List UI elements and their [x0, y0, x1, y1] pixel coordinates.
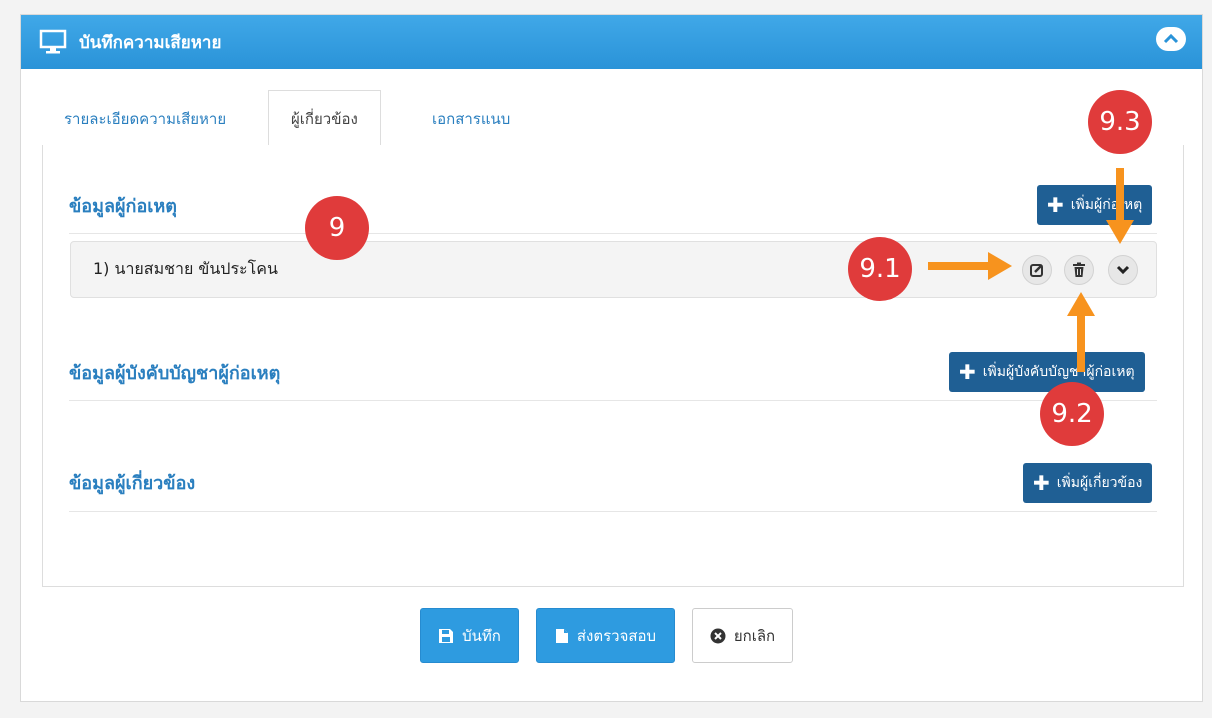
plus-icon: ✚: [1033, 471, 1050, 495]
submit-label: ส่งตรวจสอบ: [576, 626, 657, 645]
offender-section-title: ข้อมูลผู้ก่อเหตุ: [69, 196, 177, 217]
offender-name: 1) นายสมชาย ขันประโคน: [93, 259, 278, 278]
save-button[interactable]: บันทึก: [420, 608, 519, 663]
add-related-button[interactable]: ✚ เพิ่มผู้เกี่ยวข้อง: [1023, 463, 1153, 503]
annotation-badge-9-3: 9.3: [1088, 90, 1152, 154]
cancel-circle-icon: [710, 628, 726, 643]
tab-related-persons[interactable]: ผู้เกี่ยวข้อง: [268, 90, 381, 147]
add-related-label: เพิ่มผู้เกี่ยวข้อง: [1056, 475, 1143, 491]
tab-bar: รายละเอียดความเสียหาย ผู้เกี่ยวข้อง เอกส…: [42, 90, 1184, 147]
edit-icon: [1030, 264, 1043, 277]
save-label: บันทึก: [462, 626, 501, 645]
tab-content: ข้อมูลผู้ก่อเหตุ ✚ เพิ่มผู้ก่อเหตุ 1) นา…: [42, 145, 1184, 587]
submit-review-button[interactable]: ส่งตรวจสอบ: [536, 608, 675, 663]
cancel-button[interactable]: ยกเลิก: [692, 608, 793, 663]
plus-icon: ✚: [959, 360, 976, 384]
delete-button[interactable]: [1064, 255, 1094, 285]
plus-icon: ✚: [1047, 193, 1064, 217]
divider: [69, 511, 1157, 512]
chevron-down-icon: [1116, 265, 1130, 275]
floppy-disk-icon: [439, 628, 454, 643]
add-supervisor-button[interactable]: ✚ เพิ่มผู้บังคับบัญชาผู้ก่อเหตุ: [949, 352, 1145, 392]
annotation-badge-9-2: 9.2: [1040, 382, 1104, 446]
chevron-up-icon: [1163, 34, 1179, 44]
divider: [69, 400, 1157, 401]
trash-icon: [1073, 262, 1085, 277]
expand-button[interactable]: [1108, 255, 1138, 285]
cancel-label: ยกเลิก: [733, 626, 776, 645]
offender-row: 1) นายสมชาย ขันประโคน: [70, 241, 1157, 298]
tab-damage-details[interactable]: รายละเอียดความเสียหาย: [42, 90, 248, 147]
edit-button[interactable]: [1022, 255, 1052, 285]
annotation-badge-9-1: 9.1: [848, 237, 912, 301]
related-section-title: ข้อมูลผู้เกี่ยวข้อง: [69, 473, 196, 494]
divider: [69, 233, 1157, 234]
panel-title: บันทึกความเสียหาย: [79, 32, 222, 53]
panel-header: บันทึกความเสียหาย: [21, 15, 1202, 69]
add-offender-label: เพิ่มผู้ก่อเหตุ: [1070, 197, 1143, 213]
document-icon: [555, 628, 568, 643]
tab-attachments[interactable]: เอกสารแนบ: [410, 90, 532, 147]
annotation-badge-9: 9: [305, 196, 369, 260]
supervisor-section-title: ข้อมูลผู้บังคับบัญชาผู้ก่อเหตุ: [69, 363, 281, 384]
monitor-icon: [39, 29, 67, 54]
collapse-button[interactable]: [1156, 27, 1186, 51]
add-offender-button[interactable]: ✚ เพิ่มผู้ก่อเหตุ: [1037, 185, 1153, 225]
add-supervisor-label: เพิ่มผู้บังคับบัญชาผู้ก่อเหตุ: [982, 364, 1135, 380]
damage-record-panel: บันทึกความเสียหาย รายละเอียดความเสียหาย …: [20, 14, 1203, 702]
